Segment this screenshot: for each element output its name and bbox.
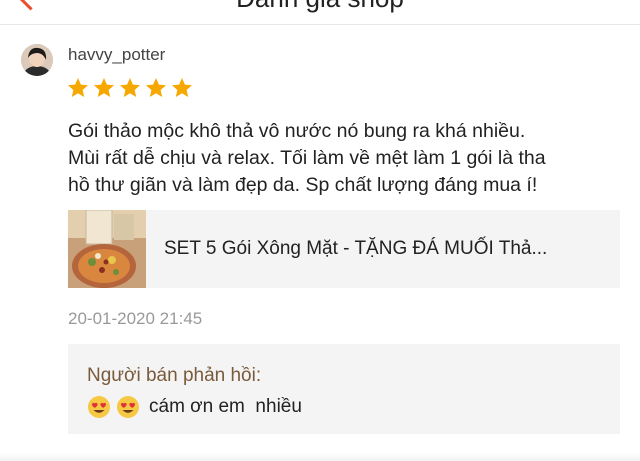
product-name: SET 5 Gói Xông Mặt - TẶNG ĐÁ MUỐI Thả... [164,238,548,259]
rating-stars [66,76,194,100]
header-bar: Đánh giá shop [0,0,640,25]
product-thumbnail [68,210,146,288]
heart-eyes-emoji-icon [88,396,110,418]
bottom-divider [0,453,640,461]
star-icon [94,78,114,97]
seller-reply-line: cám ơn em nhiều [87,393,302,421]
star-icon [120,78,140,97]
page-title: Đánh giá shop [0,0,640,13]
star-icon [68,78,88,97]
heart-eyes-emoji-icon [117,396,139,418]
product-card[interactable]: SET 5 Gói Xông Mặt - TẶNG ĐÁ MUỐI Thả... [68,210,620,288]
reviewer-username[interactable]: havvy_potter [68,45,165,65]
seller-reply-box: Người bán phản hồi: cám ơn em nhiều [68,344,620,434]
star-icon [146,78,166,97]
star-icon [172,78,192,97]
avatar[interactable] [21,44,53,76]
review-text: Gói thảo mộc khô thả vô nước nó bung ra … [68,120,546,196]
seller-reply-label: Người bán phản hồi: [87,365,262,386]
seller-reply-text: cám ơn em nhiều [149,396,302,417]
avatar-image [21,44,53,76]
product-image [68,210,146,288]
review-date: 20-01-2020 21:45 [68,309,203,328]
